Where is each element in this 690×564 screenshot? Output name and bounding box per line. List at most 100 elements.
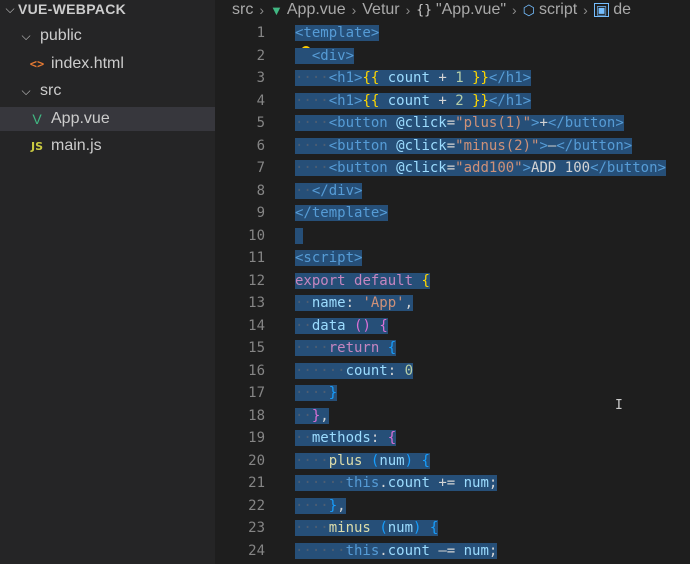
breadcrumb-src[interactable]: src: [232, 1, 253, 19]
code-line[interactable]: ····<button @click="plus(1)">+</button>: [295, 112, 666, 135]
code-token: count: [345, 362, 388, 379]
code-token: methods: [311, 430, 371, 446]
folder-label: src: [40, 82, 62, 99]
code-token: (): [354, 317, 371, 334]
breadcrumb-component[interactable]: "App.vue": [436, 1, 506, 19]
code-token: ······: [295, 542, 346, 559]
chevron-down-icon: ⌵: [21, 28, 31, 43]
code-lines[interactable]: <template> <div> ····<h1>{{ count + 1 }}<…: [295, 22, 666, 562]
file-index-html[interactable]: <> index.html: [0, 52, 243, 76]
chevron-right-icon: ›: [351, 2, 357, 18]
code-token: ··: [295, 182, 312, 199]
code-line[interactable]: ····<button @click="minus(2)">—</button>: [295, 135, 666, 158]
file-label: main.js: [51, 137, 102, 154]
code-line[interactable]: ····<h1>{{ count + 1 }}</h1>: [295, 67, 666, 90]
code-token: @click: [396, 137, 447, 154]
code-token: {{: [362, 70, 380, 86]
code-token: ····: [295, 115, 329, 131]
code-line[interactable]: [295, 225, 666, 248]
breadcrumb-vetur[interactable]: Vetur: [362, 1, 399, 19]
breadcrumb-script[interactable]: script: [539, 1, 577, 19]
code-token: {: [429, 520, 439, 536]
line-number: 13: [248, 295, 265, 311]
code-line[interactable]: ··},: [295, 405, 666, 428]
breadcrumb-trailing[interactable]: de: [613, 1, 631, 19]
selection-highlight: ····<h1>{{ count + 2 }}</h1>: [295, 92, 532, 109]
code-token: (: [379, 520, 388, 536]
code-token: <button: [328, 137, 397, 154]
code-token: num: [463, 542, 489, 559]
code-line[interactable]: <template>: [295, 22, 666, 45]
code-line[interactable]: ····minus (num) {: [295, 517, 666, 540]
code-line[interactable]: ··name: 'App',: [295, 292, 666, 315]
file-main-js[interactable]: JS main.js: [0, 134, 243, 158]
code-token: <script>: [295, 250, 363, 266]
folder-label: public: [40, 27, 82, 44]
code-token: <h1>: [328, 92, 363, 109]
code-token: ····: [295, 92, 329, 109]
code-line[interactable]: ····}: [295, 382, 666, 405]
code-token: 2: [455, 92, 464, 109]
code-line[interactable]: ····<button @click="add100">ADD 100</but…: [295, 157, 666, 180]
code-line[interactable]: export default {: [295, 270, 666, 293]
line-number-gutter: 1 2 3 4 5 6 7 8 9 10 11 12 13 14 15 16 17 18 19 20 21 22 23 24: [215, 22, 265, 562]
code-token: ;: [488, 542, 498, 559]
code-token: ··: [295, 317, 312, 334]
code-line[interactable]: ····return {: [295, 337, 666, 360]
chevron-right-icon: ›: [405, 2, 411, 18]
code-line[interactable]: </template>: [295, 202, 666, 225]
code-line[interactable]: ····},: [295, 495, 666, 518]
braces-icon: {}: [416, 2, 432, 18]
code-editor[interactable]: src › ▼ App.vue › Vetur › {} "App.vue" ›…: [215, 0, 690, 564]
code-token: @click: [396, 115, 447, 131]
code-line[interactable]: ····plus (num) {: [295, 450, 666, 473]
code-token: "minus(2)": [455, 137, 540, 154]
folder-src[interactable]: ⌵ src: [0, 79, 233, 103]
vue-file-icon: V: [32, 111, 42, 127]
code-line[interactable]: ······this.count += num;: [295, 472, 666, 495]
explorer-root-label: VUE-WEBPACK: [18, 1, 127, 17]
code-token: ····: [295, 497, 329, 514]
code-token: num: [387, 520, 414, 536]
code-token: 0: [404, 362, 414, 379]
code-token: =: [446, 137, 456, 154]
code-token: ····: [295, 340, 329, 356]
code-token: count: [387, 475, 430, 491]
code-token: ;: [488, 475, 498, 491]
line-number: 21: [248, 475, 265, 491]
file-app-vue[interactable]: V App.vue: [0, 107, 243, 131]
code-token: this: [345, 475, 380, 491]
code-line[interactable]: ······this.count —= num;: [295, 540, 666, 563]
chevron-right-icon: ›: [583, 2, 588, 18]
code-token: ····: [295, 385, 329, 401]
line-number: 3: [256, 70, 265, 86]
code-line[interactable]: ······count: 0: [295, 360, 666, 383]
code-token: @click: [396, 160, 447, 176]
code-line[interactable]: ··methods: {: [295, 427, 666, 450]
symbol-icon: ▣: [593, 3, 610, 17]
selection-highlight: ····}: [295, 385, 338, 401]
code-token: ······: [295, 475, 346, 491]
line-number: 12: [248, 272, 265, 289]
code-line[interactable]: ····<h1>{{ count + 2 }}</h1>: [295, 90, 666, 113]
breadcrumb-file[interactable]: App.vue: [287, 1, 346, 19]
code-token: </h1>: [488, 70, 532, 86]
code-line[interactable]: ··data () {: [295, 315, 666, 338]
code-token: <h1>: [328, 70, 363, 86]
code-token: ····: [295, 160, 329, 176]
code-line[interactable]: <script>: [295, 247, 666, 270]
line-number: 22: [248, 497, 265, 514]
selection-highlight: ····<button @click="add100">ADD 100</but…: [295, 160, 666, 176]
folder-public[interactable]: ⌵ public: [0, 24, 233, 48]
selection-highlight: <script>: [295, 250, 363, 266]
code-line[interactable]: <div>: [295, 45, 666, 68]
code-token: }: [328, 497, 338, 514]
code-line[interactable]: ··</div>: [295, 180, 666, 203]
line-number: 1: [256, 25, 265, 41]
selection-highlight: [295, 227, 304, 244]
explorer-root[interactable]: ⌵ VUE-WEBPACK: [0, 0, 215, 21]
code-token: num: [463, 475, 489, 491]
